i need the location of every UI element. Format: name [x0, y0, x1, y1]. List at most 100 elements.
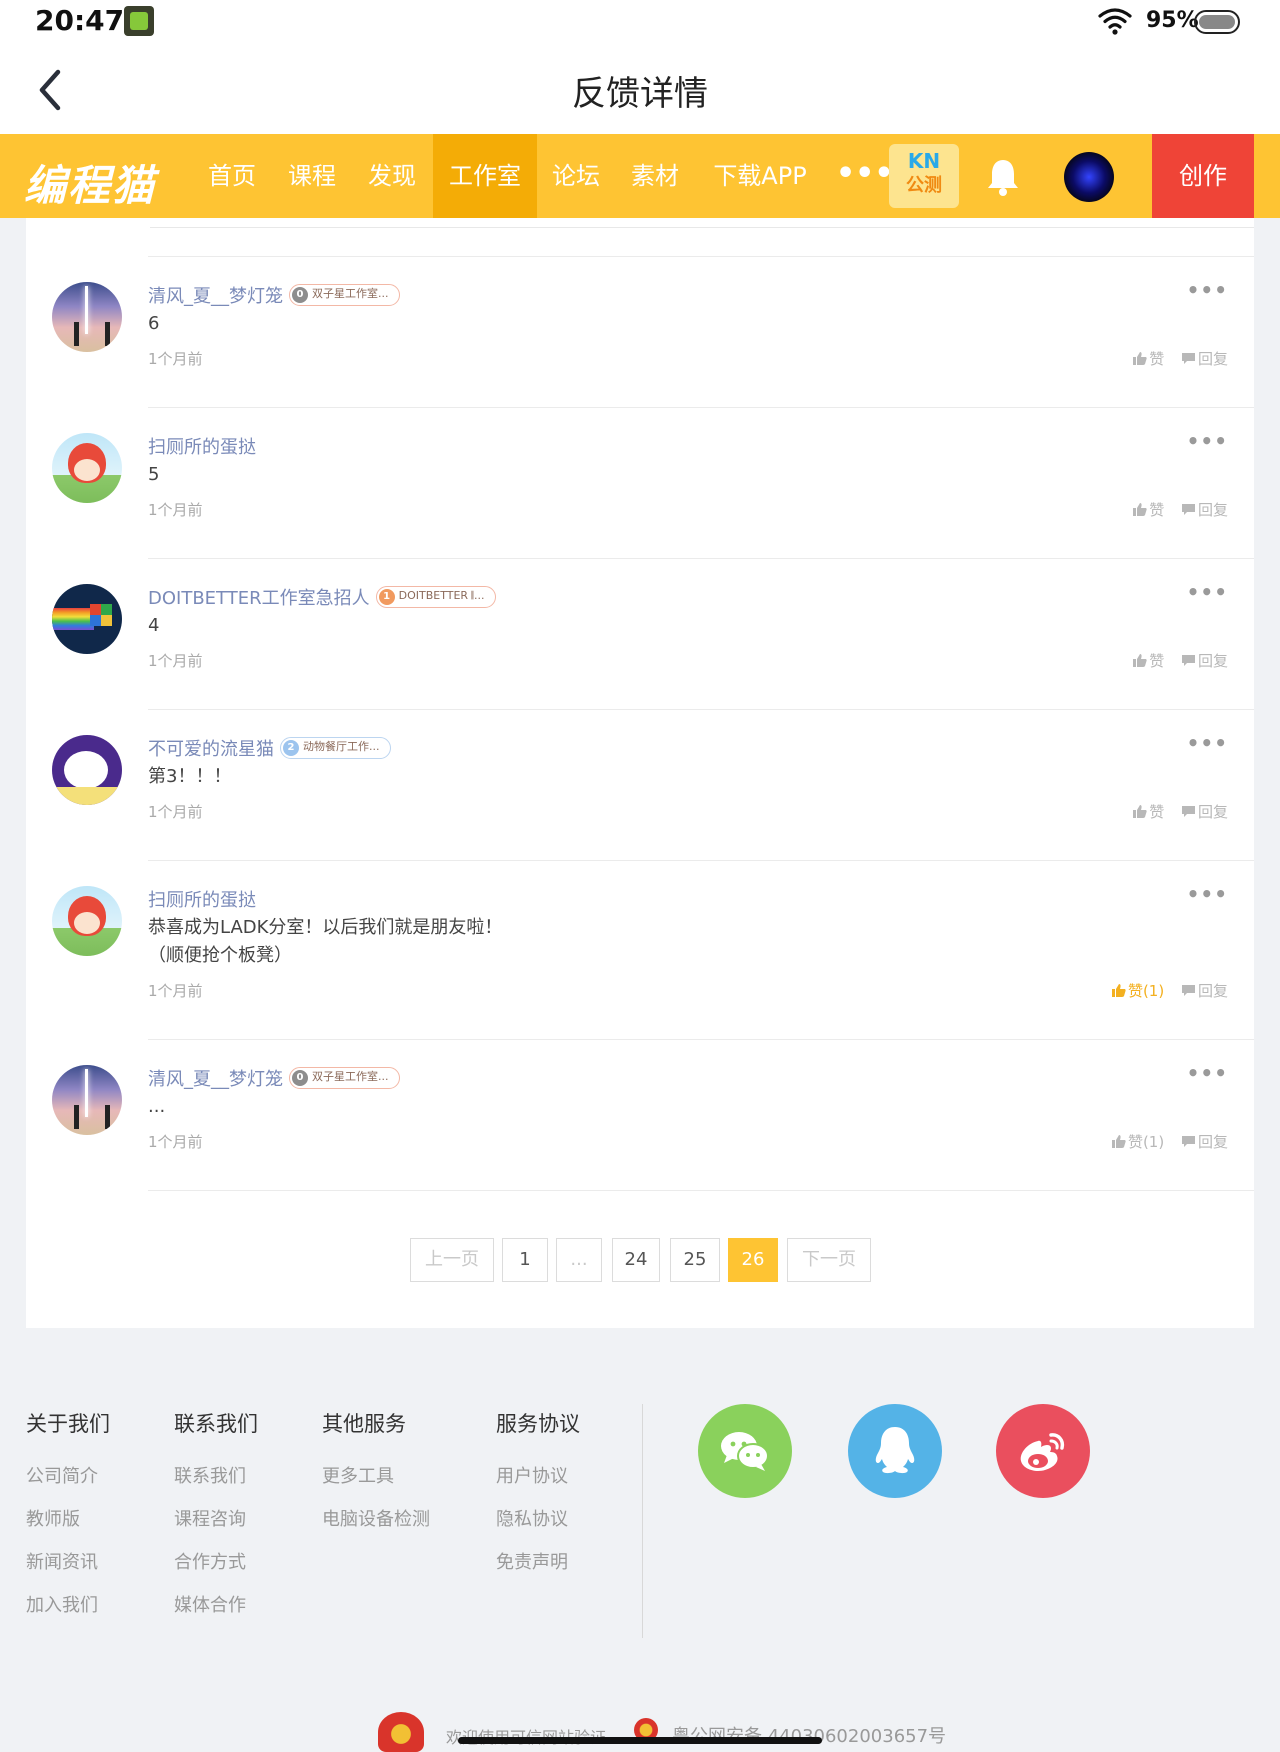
more-options-icon[interactable]: ••• [1187, 882, 1228, 906]
bell-icon[interactable] [986, 156, 1020, 196]
reply-label: 回复 [1197, 652, 1228, 670]
footer-link[interactable]: 免责声明 [496, 1548, 580, 1574]
footer-link[interactable]: 公司简介 [26, 1462, 110, 1488]
footer-link[interactable]: 电脑设备检测 [322, 1505, 430, 1531]
reply-label: 回复 [1197, 350, 1228, 368]
wechat-button[interactable] [698, 1404, 792, 1498]
more-options-icon[interactable]: ••• [1187, 429, 1228, 453]
prev-page-button[interactable]: 上一页 [410, 1238, 494, 1282]
trusted-site-text[interactable]: 欢迎使用可信网站验证 [446, 1724, 606, 1748]
more-options-icon[interactable]: ••• [1187, 731, 1228, 755]
divider [642, 1404, 643, 1638]
more-options-icon[interactable]: ••• [1187, 580, 1228, 604]
footer-link[interactable]: 课程咨询 [174, 1505, 258, 1531]
create-button[interactable]: 创作 [1152, 134, 1254, 218]
reply-button[interactable]: 回复 [1181, 980, 1228, 1001]
footer-link[interactable]: 合作方式 [174, 1548, 258, 1574]
more-options-icon[interactable]: ••• [1187, 1061, 1228, 1085]
reply-button[interactable]: 回复 [1181, 348, 1228, 369]
comment-time: 1个月前 [148, 350, 203, 368]
like-button[interactable]: 赞(1) [1111, 980, 1164, 1001]
nav-item-discover[interactable]: 发现 [356, 134, 428, 218]
footer-link[interactable]: 更多工具 [322, 1462, 430, 1488]
studio-badge[interactable]: 1 DOITBETTER 𝄃... [375, 586, 496, 608]
page-button-current[interactable]: 26 [728, 1238, 778, 1282]
divider [150, 218, 1254, 228]
next-page-button[interactable]: 下一页 [787, 1238, 871, 1282]
brand-logo[interactable]: 编程猫 [24, 152, 156, 213]
studio-badge[interactable]: 0 双子星工作室... [289, 1067, 400, 1089]
like-label: 赞(1) [1127, 982, 1165, 1000]
comment-text: 第3！！！ [148, 766, 232, 787]
footer-link[interactable]: 教师版 [26, 1505, 110, 1531]
user-avatar[interactable] [1064, 152, 1114, 202]
nav-item-forum[interactable]: 论坛 [540, 134, 612, 218]
reply-label: 回复 [1197, 803, 1228, 821]
like-button[interactable]: 赞 [1132, 650, 1164, 671]
commenter-avatar[interactable] [52, 584, 122, 654]
commenter-avatar[interactable] [52, 282, 122, 352]
studio-badge[interactable]: 0 双子星工作室... [289, 284, 400, 306]
nav-item-courses[interactable]: 课程 [276, 134, 348, 218]
like-button[interactable]: 赞 [1132, 499, 1164, 520]
trusted-site-emblem-icon[interactable] [378, 1712, 424, 1752]
like-button[interactable]: 赞(1) [1111, 1131, 1164, 1152]
footer-link[interactable]: 加入我们 [26, 1591, 110, 1617]
footer-link[interactable]: 媒体合作 [174, 1591, 258, 1617]
reply-button[interactable]: 回复 [1181, 801, 1228, 822]
divider [148, 1039, 1254, 1040]
commenter-name[interactable]: 扫厕所的蛋挞 [148, 886, 256, 912]
commenter-name[interactable]: 清风_夏__梦灯笼 0 双子星工作室... [148, 1065, 400, 1091]
like-label: 赞(1) [1127, 1133, 1165, 1151]
commenter-name[interactable]: 清风_夏__梦灯笼 0 双子星工作室... [148, 282, 400, 308]
reply-label: 回复 [1197, 1133, 1228, 1151]
commenter-name[interactable]: 扫厕所的蛋挞 [148, 433, 256, 459]
like-button[interactable]: 赞 [1132, 801, 1164, 822]
page-button-1[interactable]: 1 [502, 1238, 548, 1282]
reply-label: 回复 [1197, 982, 1228, 1000]
studio-badge[interactable]: 2 动物餐厅工作... [280, 737, 391, 759]
footer-link[interactable]: 隐私协议 [496, 1505, 580, 1531]
page-button-25[interactable]: 25 [670, 1238, 720, 1282]
reply-button[interactable]: 回复 [1181, 1131, 1228, 1152]
divider [148, 709, 1254, 710]
nav-item-materials[interactable]: 素材 [619, 134, 691, 218]
weibo-button[interactable] [996, 1404, 1090, 1498]
icp-record[interactable]: 粤公网安备 44030602003657号 [672, 1722, 946, 1748]
footer-link[interactable]: 联系我们 [174, 1462, 258, 1488]
comment-text: 4 [148, 615, 160, 636]
commenter-avatar[interactable] [52, 886, 122, 956]
commenter-avatar[interactable] [52, 1065, 122, 1135]
qq-button[interactable] [848, 1404, 942, 1498]
nav-item-home[interactable]: 首页 [196, 134, 268, 218]
like-button[interactable]: 赞 [1132, 348, 1164, 369]
comment-item: DOITBETTER工作室急招人 1 DOITBETTER 𝄃... 4 ••• 1… [26, 558, 1254, 709]
commenter-avatar[interactable] [52, 735, 122, 805]
site-navbar: 编程猫 首页 课程 发现 工作室 论坛 素材 下载APP ••• KN 公测 创… [0, 134, 1280, 218]
page-button-24[interactable]: 24 [612, 1238, 660, 1282]
reply-button[interactable]: 回复 [1181, 650, 1228, 671]
kn-beta-button[interactable]: KN 公测 [889, 144, 959, 208]
comment-icon [1181, 655, 1195, 666]
commenter-name[interactable]: 不可爱的流星猫 2 动物餐厅工作... [148, 735, 391, 761]
footer-link[interactable]: 用户协议 [496, 1462, 580, 1488]
divider [148, 256, 1254, 257]
nav-more-icon[interactable]: ••• [836, 134, 894, 218]
commenter-avatar[interactable] [52, 433, 122, 503]
footer-link[interactable]: 新闻资讯 [26, 1548, 110, 1574]
page-ellipsis[interactable]: ... [556, 1238, 602, 1282]
reply-button[interactable]: 回复 [1181, 499, 1228, 520]
reply-label: 回复 [1197, 501, 1228, 519]
badge-level: 2 [283, 740, 299, 756]
nav-item-download-app[interactable]: 下载APP [704, 134, 816, 218]
badge-level: 1 [378, 589, 395, 605]
commenter-name[interactable]: DOITBETTER工作室急招人 1 DOITBETTER 𝄃... [148, 584, 496, 610]
pagination: 上一页 1 ... 24 25 26 下一页 [26, 1238, 1254, 1282]
comment-icon [1181, 806, 1195, 817]
more-options-icon[interactable]: ••• [1187, 278, 1228, 302]
nav-item-studio[interactable]: 工作室 [433, 134, 537, 218]
comment-text: 6 [148, 313, 160, 334]
badge-level: 0 [292, 287, 308, 303]
divider [148, 1190, 1254, 1191]
comment-actions: 赞 回复 [1120, 801, 1228, 822]
